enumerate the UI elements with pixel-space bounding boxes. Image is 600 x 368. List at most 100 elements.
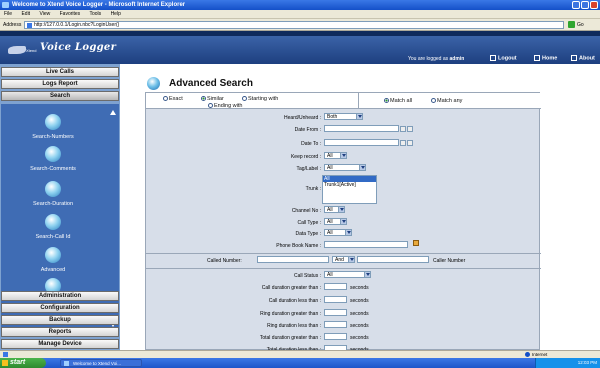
- app-logo-text: Voice Logger: [40, 42, 117, 53]
- heard-label: Heard/Unheard :: [284, 115, 321, 121]
- total-dur-gt-input[interactable]: [324, 333, 347, 340]
- menu-edit[interactable]: Edit: [21, 11, 30, 17]
- address-label: Address: [3, 22, 22, 28]
- radio-match-all-label: Match all: [390, 98, 413, 104]
- home-label: Home: [542, 55, 558, 62]
- close-button[interactable]: [590, 1, 598, 9]
- nav-manage-device[interactable]: Manage Device: [1, 339, 119, 349]
- keep-record-select[interactable]: All: [324, 152, 347, 159]
- trunk-option-1[interactable]: Trunk1[Active]: [323, 182, 376, 188]
- radio-exact[interactable]: Exact: [163, 96, 183, 102]
- date-from-input[interactable]: [324, 125, 399, 132]
- tag-label-select[interactable]: All: [324, 164, 366, 171]
- data-type-select[interactable]: All: [324, 229, 352, 236]
- search-duration-icon: [45, 181, 61, 197]
- address-input[interactable]: http://127.0.0.1/Login.nbc?LoginUser(): [24, 21, 564, 29]
- scroll-up-icon[interactable]: [110, 110, 116, 115]
- date-to-input[interactable]: [324, 139, 399, 146]
- ring-dur-lt-input[interactable]: [324, 321, 347, 328]
- row-ring-dur-gt: Ring duration greater than : seconds: [146, 309, 541, 319]
- zone-label: Internet: [532, 352, 548, 357]
- about-icon: [571, 55, 577, 61]
- seconds-unit: seconds: [350, 323, 369, 329]
- phonebook-icon[interactable]: [413, 240, 419, 246]
- and-or-select[interactable]: And: [332, 256, 355, 263]
- start-button[interactable]: start: [0, 358, 46, 368]
- nav-live-calls[interactable]: Live Calls: [1, 67, 119, 77]
- ring-dur-gt-input[interactable]: [324, 309, 347, 316]
- called-number-input[interactable]: [257, 256, 329, 263]
- radio-similar[interactable]: Similar: [201, 96, 224, 102]
- advanced-search-icon: [147, 77, 160, 90]
- nav-administration[interactable]: Administration: [1, 291, 119, 301]
- search-duration-item[interactable]: Search-Duration: [1, 181, 105, 207]
- caller-number-label: Caller Number: [433, 258, 466, 264]
- radio-match-all[interactable]: Match all: [384, 98, 412, 104]
- taskbar-item[interactable]: Welcome to Xtend Voi...: [60, 359, 142, 367]
- menu-file[interactable]: File: [4, 11, 12, 17]
- clock: 12:03 PM: [577, 360, 597, 365]
- radio-starting[interactable]: Starting with: [242, 96, 278, 102]
- menu-help[interactable]: Help: [111, 11, 121, 17]
- nav-reports[interactable]: Reports: [1, 327, 119, 337]
- row-date-from: Date From :: [146, 125, 541, 135]
- trunk-listbox[interactable]: All Trunk1[Active]: [322, 175, 377, 204]
- search-callid-item[interactable]: Search-Call Id: [1, 214, 105, 240]
- heard-select[interactable]: Both: [324, 113, 363, 120]
- row-data-type: Data Type : All: [146, 229, 541, 239]
- search-numbers-label: Search-Numbers: [32, 134, 74, 140]
- phone-book-input[interactable]: [324, 241, 408, 248]
- advanced-icon: [45, 247, 61, 263]
- seconds-unit: seconds: [350, 298, 369, 304]
- menu-tools[interactable]: Tools: [89, 11, 101, 17]
- radio-match-any[interactable]: Match any: [431, 98, 462, 104]
- radio-exact-dot: [163, 96, 168, 102]
- call-type-select[interactable]: All: [324, 218, 347, 225]
- about-link[interactable]: About: [571, 55, 595, 61]
- channel-value: All: [327, 207, 333, 213]
- search-submenu: Search-Numbers Search-Comments Search-Du…: [1, 104, 119, 336]
- home-icon: [534, 55, 540, 61]
- divider: [146, 253, 541, 254]
- tag-label-label: Tag/Label :: [296, 166, 321, 172]
- clear-date-icon[interactable]: [407, 140, 413, 146]
- seconds-unit: seconds: [350, 335, 369, 341]
- chevron-down-icon: [356, 114, 362, 119]
- about-label: About: [579, 55, 595, 62]
- nav-logs-report[interactable]: Logs Report: [1, 79, 119, 89]
- login-prefix: You are logged as: [408, 56, 449, 62]
- address-bar: Address http://127.0.0.1/Login.nbc?Login…: [0, 19, 600, 31]
- go-button[interactable]: Go: [568, 21, 594, 29]
- calendar-icon[interactable]: [400, 140, 406, 146]
- total-dur-gt-label: Total duration greater than :: [259, 335, 321, 341]
- nav-backup[interactable]: Backup: [1, 315, 119, 325]
- advanced-label: Advanced: [40, 267, 66, 273]
- clear-date-icon[interactable]: [407, 126, 413, 132]
- caller-number-input[interactable]: [357, 256, 429, 263]
- home-link[interactable]: Home: [534, 55, 557, 61]
- go-label: Go: [577, 22, 584, 28]
- phone-book-label: Phone Book Name :: [276, 243, 321, 249]
- radio-ending[interactable]: Ending with: [208, 103, 242, 109]
- search-callid-icon: [45, 214, 61, 230]
- chevron-down-icon: [345, 230, 351, 235]
- minimize-button[interactable]: [572, 1, 580, 9]
- menu-favorites[interactable]: Favorites: [60, 11, 81, 17]
- row-total-dur-gt: Total duration greater than : seconds: [146, 333, 541, 343]
- logout-link[interactable]: Logout: [490, 55, 517, 61]
- page-icon: [27, 23, 32, 28]
- channel-select[interactable]: All: [324, 206, 345, 213]
- call-dur-lt-input[interactable]: [324, 296, 347, 303]
- call-status-select[interactable]: All: [324, 271, 371, 278]
- calendar-icon[interactable]: [400, 126, 406, 132]
- divider: [146, 268, 541, 269]
- call-dur-gt-input[interactable]: [324, 283, 347, 290]
- advanced-item[interactable]: Advanced: [1, 247, 105, 273]
- menu-view[interactable]: View: [39, 11, 50, 17]
- nav-configuration[interactable]: Configuration: [1, 303, 119, 313]
- search-comments-item[interactable]: Search-Comments: [1, 146, 105, 172]
- page-title: Advanced Search: [169, 78, 253, 89]
- nav-search[interactable]: Search: [1, 91, 119, 101]
- maximize-button[interactable]: [581, 1, 589, 9]
- search-numbers-item[interactable]: Search-Numbers: [1, 114, 105, 140]
